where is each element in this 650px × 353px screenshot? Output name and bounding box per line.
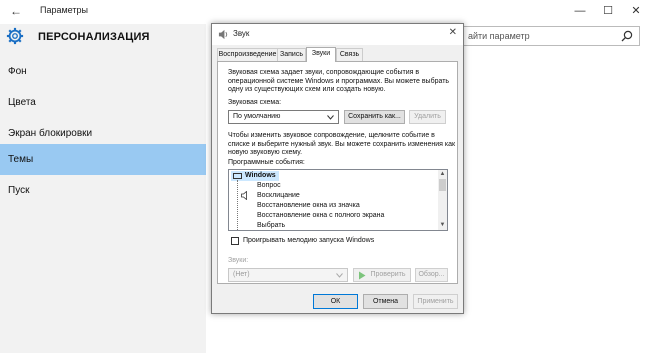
sidebar-item-colors[interactable]: Цвета <box>0 87 206 118</box>
scheme-label: Звуковая схема: <box>228 99 282 106</box>
sound-scheme-value: По умолчанию <box>233 113 281 120</box>
events-label: Программные события: <box>228 159 305 166</box>
tab-sounds[interactable]: Звуки <box>306 47 336 62</box>
sidebar-item-background[interactable]: Фон <box>0 56 206 87</box>
list-item[interactable]: Восклицание <box>257 191 300 201</box>
settings-titlebar: ← Параметры — ☐ ✕ <box>0 0 650 24</box>
window-icon <box>233 173 242 179</box>
save-as-button[interactable]: Сохранить как... <box>344 110 405 124</box>
close-icon[interactable]: ✕ <box>449 27 457 38</box>
scroll-down-icon[interactable]: ▼ <box>438 221 447 230</box>
startup-sound-label: Проигрывать мелодию запуска Windows <box>243 237 375 244</box>
section-title: ПЕРСОНАЛИЗАЦИЯ <box>38 31 150 43</box>
tab-communications[interactable]: Связь <box>336 48 363 61</box>
play-icon <box>359 271 366 280</box>
program-events-list[interactable]: Windows Вопрос Восклицание Восстановлени… <box>228 169 448 231</box>
sound-file-select[interactable]: (Нет) <box>228 268 348 282</box>
list-item[interactable]: Вопрос <box>257 181 281 191</box>
search-icon <box>621 30 633 42</box>
sounds-label: Звуки: <box>228 257 249 264</box>
search-input[interactable]: айти параметр <box>460 26 640 46</box>
events-scrollbar[interactable]: ▲ ▼ <box>438 170 447 230</box>
close-button[interactable]: ✕ <box>622 1 650 21</box>
list-item-group[interactable]: Windows <box>231 171 279 181</box>
dialog-titlebar: Звук ✕ <box>212 24 463 45</box>
sidebar-item-start[interactable]: Пуск <box>0 175 206 206</box>
sidebar-item-themes[interactable]: Темы <box>0 144 206 175</box>
sidebar-header: ПЕРСОНАЛИЗАЦИЯ <box>0 24 206 54</box>
change-description: Чтобы изменить звуковое сопровождение, щ… <box>228 132 456 156</box>
startup-sound-checkbox[interactable] <box>231 237 239 245</box>
search-placeholder: айти параметр <box>468 31 530 41</box>
list-item[interactable]: Восстановление окна с полного экрана <box>257 211 384 221</box>
list-item[interactable]: Выбрать <box>257 221 285 230</box>
chevron-down-icon <box>336 273 343 278</box>
sidebar: ПЕРСОНАЛИЗАЦИЯ Фон Цвета Экран блокировк… <box>0 24 206 353</box>
dialog-title: Звук <box>233 29 250 38</box>
sounds-panel: Звуковая схема задает звуки, сопровождаю… <box>217 61 458 284</box>
settings-window-title: Параметры <box>40 5 88 15</box>
speaker-icon <box>218 29 228 40</box>
gear-icon <box>6 27 24 45</box>
sound-file-value: (Нет) <box>233 271 250 278</box>
list-item[interactable]: Восстановление окна из значка <box>257 201 360 211</box>
browse-button[interactable]: Обзор... <box>415 268 448 282</box>
minimize-button[interactable]: — <box>566 1 594 21</box>
maximize-button[interactable]: ☐ <box>594 1 622 21</box>
scroll-thumb[interactable] <box>439 179 446 191</box>
tab-recording[interactable]: Запись <box>277 48 306 61</box>
sound-dialog: Звук ✕ Воспроизведение Запись Звуки Связ… <box>211 23 464 314</box>
test-button-label: Проверить <box>370 271 406 278</box>
scroll-up-icon[interactable]: ▲ <box>438 170 447 179</box>
back-arrow-icon[interactable]: ← <box>8 3 24 19</box>
delete-button[interactable]: Удалить <box>409 110 446 124</box>
event-group-label: Windows <box>245 172 276 179</box>
apply-button[interactable]: Применить <box>413 294 458 309</box>
chevron-down-icon <box>327 115 334 120</box>
test-button[interactable]: Проверить <box>353 268 411 282</box>
cancel-button[interactable]: Отмена <box>363 294 408 309</box>
sound-scheme-select[interactable]: По умолчанию <box>228 110 339 124</box>
tab-playback[interactable]: Воспроизведение <box>217 48 278 61</box>
tree-connector <box>237 180 238 230</box>
ok-button[interactable]: ОК <box>313 294 358 309</box>
scheme-description: Звуковая схема задает звуки, сопровождаю… <box>228 69 450 93</box>
speaker-icon <box>241 191 247 200</box>
